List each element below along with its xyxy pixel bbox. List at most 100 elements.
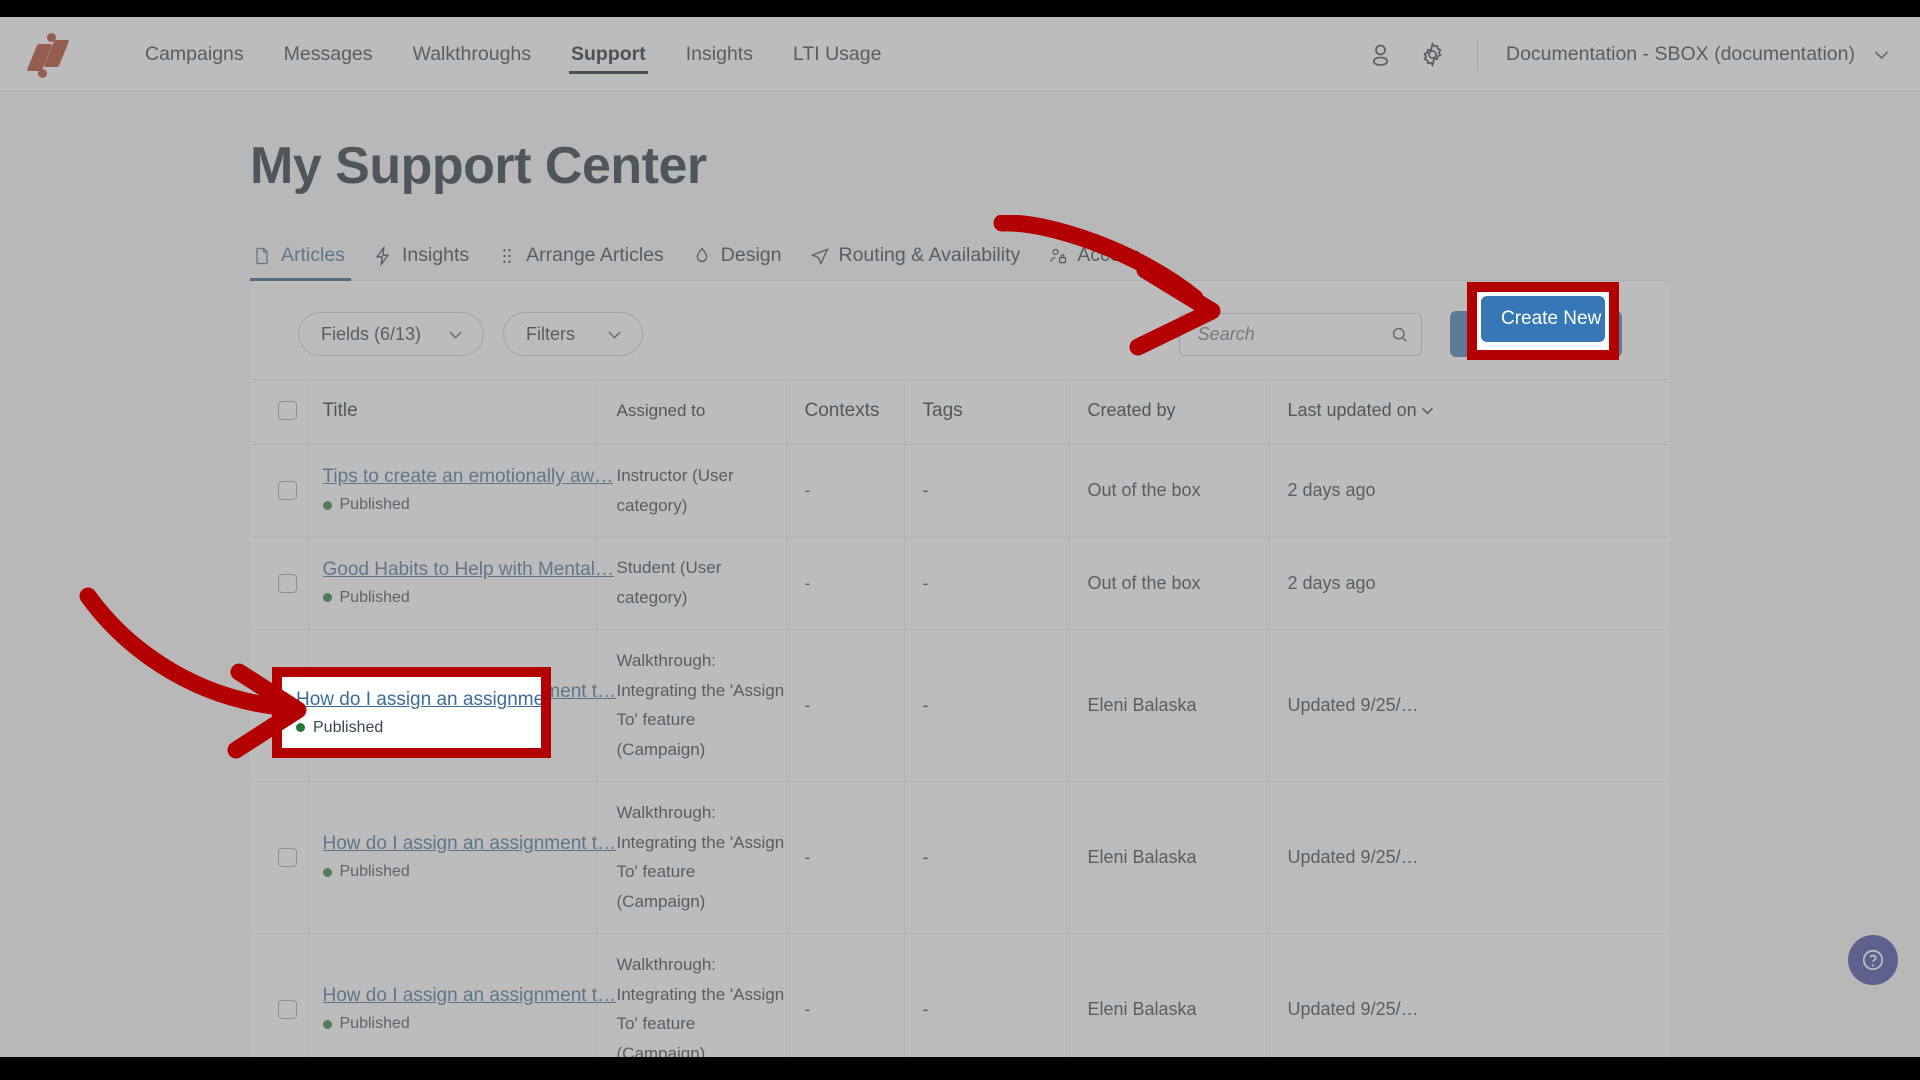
search-icon xyxy=(1392,327,1407,342)
row-checkbox[interactable] xyxy=(278,481,297,500)
tab-label: Insights xyxy=(401,244,470,266)
column-header-contexts[interactable]: Contexts xyxy=(786,379,905,445)
tab-routing-availability[interactable]: Routing & Availability xyxy=(802,244,1041,280)
fields-dropdown[interactable]: Fields (6/13) xyxy=(298,312,484,356)
contexts-cell: - xyxy=(786,933,905,1057)
assigned-to-cell: Student (User category) xyxy=(596,536,787,630)
nav-divider xyxy=(1476,37,1478,71)
help-fab-button[interactable] xyxy=(1848,935,1898,985)
column-header-title[interactable]: Title xyxy=(308,379,597,445)
row-select-cell xyxy=(250,933,309,1057)
gear-icon[interactable] xyxy=(1407,28,1459,80)
contexts-cell: - xyxy=(786,781,905,934)
tags-cell: - xyxy=(904,933,1070,1057)
tab-label: Access xyxy=(1077,244,1141,266)
nav-link-label: Insights xyxy=(685,42,753,65)
article-title-link[interactable]: Good Habits to Help with Mental… xyxy=(323,559,614,581)
tab-arrange-articles[interactable]: Arrange Articles xyxy=(489,244,684,280)
contexts-cell: - xyxy=(786,536,905,630)
column-header-assigned-to[interactable]: Assigned to xyxy=(596,379,787,445)
assigned-to-cell: Walkthrough: Integrating the 'Assign To'… xyxy=(596,781,787,934)
article-status: Published xyxy=(322,863,617,881)
article-status: Published xyxy=(322,496,614,514)
tab-articles[interactable]: Articles xyxy=(250,244,365,281)
article-title-link[interactable]: How do I assign an assignment t… xyxy=(296,689,541,711)
tags-cell: - xyxy=(904,536,1070,630)
application-window: Campaigns Messages Walkthroughs Support … xyxy=(0,17,1920,1057)
article-title-cell: Tips to create an emotionally aw… Publish… xyxy=(308,444,613,538)
article-title-cell: How do I assign an assignment t… Publishe… xyxy=(308,933,616,1057)
last-updated-cell: Updated 9/25/… xyxy=(1269,629,1670,782)
status-label: Published xyxy=(339,863,410,880)
column-header-created-by[interactable]: Created by xyxy=(1069,379,1270,445)
nav-link-support[interactable]: Support xyxy=(551,17,666,92)
section-tabs: Articles Insights Arrange Articles Desig… xyxy=(250,244,1670,281)
table-row[interactable]: How do I assign an assignment t… Publishe… xyxy=(250,781,1670,934)
last-updated-cell: Updated 9/25/… xyxy=(1269,933,1670,1057)
nav-link-insights[interactable]: Insights xyxy=(666,17,773,92)
row-checkbox[interactable] xyxy=(278,573,297,593)
table-row[interactable]: Good Habits to Help with Mental… Publishe… xyxy=(250,536,1670,630)
article-status: Published xyxy=(322,589,614,607)
tab-label: Design xyxy=(720,244,782,266)
column-header-tags[interactable]: Tags xyxy=(904,379,1070,445)
nav-link-label: LTI Usage xyxy=(792,42,882,65)
tab-label: Routing & Availability xyxy=(838,244,1021,266)
article-title-cell: How do I assign an assignment t… Publishe… xyxy=(308,781,616,934)
nav-link-campaigns[interactable]: Campaigns xyxy=(125,17,264,92)
filters-dropdown[interactable]: Filters xyxy=(503,312,643,356)
contexts-cell: - xyxy=(786,444,905,538)
grid-dots-icon xyxy=(503,248,511,263)
last-updated-cell: 2 days ago xyxy=(1269,536,1670,630)
article-title-link[interactable]: How do I assign an assignment t… xyxy=(323,985,617,1007)
tab-label: Articles xyxy=(281,244,345,266)
droplet-icon xyxy=(696,246,708,262)
article-title-cell: Good Habits to Help with Mental… Publishe… xyxy=(308,536,614,630)
search-box[interactable] xyxy=(1178,312,1422,356)
nav-link-messages[interactable]: Messages xyxy=(264,17,393,92)
last-updated-cell: Updated 9/25/… xyxy=(1269,781,1670,934)
account-switcher[interactable]: Documentation - SBOX (documentation) xyxy=(1506,43,1892,66)
nav-link-walkthroughs[interactable]: Walkthroughs xyxy=(393,17,552,92)
table-row[interactable]: How do I assign an assignment t… Publishe… xyxy=(250,933,1670,1057)
assigned-to-cell: Walkthrough: Integrating the 'Assign To'… xyxy=(596,933,787,1057)
last-updated-cell: 2 days ago xyxy=(1269,444,1670,538)
nav-link-label: Messages xyxy=(283,42,373,65)
row-checkbox[interactable] xyxy=(278,999,297,1019)
paper-plane-icon xyxy=(810,247,829,265)
table-row[interactable]: Tips to create an emotionally aw… Publish… xyxy=(250,444,1670,538)
brand-logo-icon[interactable] xyxy=(26,32,71,78)
help-question-icon xyxy=(1862,949,1884,971)
primary-nav-links: Campaigns Messages Walkthroughs Support … xyxy=(125,17,901,92)
row-select-cell xyxy=(250,444,309,538)
chevron-down-icon xyxy=(1874,50,1889,59)
document-icon xyxy=(256,247,268,264)
status-dot-icon xyxy=(322,500,332,510)
status-label: Published xyxy=(339,1015,410,1032)
nav-link-lti-usage[interactable]: LTI Usage xyxy=(773,17,902,92)
nav-link-label: Walkthroughs xyxy=(412,42,532,65)
row-checkbox[interactable] xyxy=(278,847,297,867)
status-label: Published xyxy=(313,718,384,736)
select-all-checkbox[interactable] xyxy=(278,401,297,421)
search-input[interactable] xyxy=(1197,323,1390,345)
account-name-label: Documentation - SBOX (documentation) xyxy=(1505,42,1855,65)
create-new-button-highlighted[interactable]: Create New xyxy=(1481,296,1605,342)
status-dot-icon xyxy=(322,867,332,877)
article-status: Published xyxy=(322,1015,617,1033)
articles-toolbar: Fields (6/13) Filters Create New xyxy=(250,281,1670,379)
row-select-cell xyxy=(250,781,309,934)
page-title: My Support Center xyxy=(250,137,707,195)
tab-access[interactable]: Access xyxy=(1040,244,1160,280)
top-letterbox xyxy=(0,0,1920,17)
create-new-label: Create New xyxy=(1501,308,1602,329)
column-header-last-updated-on[interactable]: Last updated on xyxy=(1269,379,1670,445)
chevron-down-icon xyxy=(1421,408,1433,415)
article-title-link[interactable]: Tips to create an emotionally aw… xyxy=(323,466,614,488)
tab-insights[interactable]: Insights xyxy=(365,244,489,280)
article-title-link[interactable]: How do I assign an assignment t… xyxy=(323,833,617,855)
contexts-cell: - xyxy=(786,629,905,782)
user-icon[interactable] xyxy=(1355,28,1407,80)
tab-design[interactable]: Design xyxy=(684,244,802,280)
created-by-cell: Eleni Balaska xyxy=(1069,629,1270,782)
